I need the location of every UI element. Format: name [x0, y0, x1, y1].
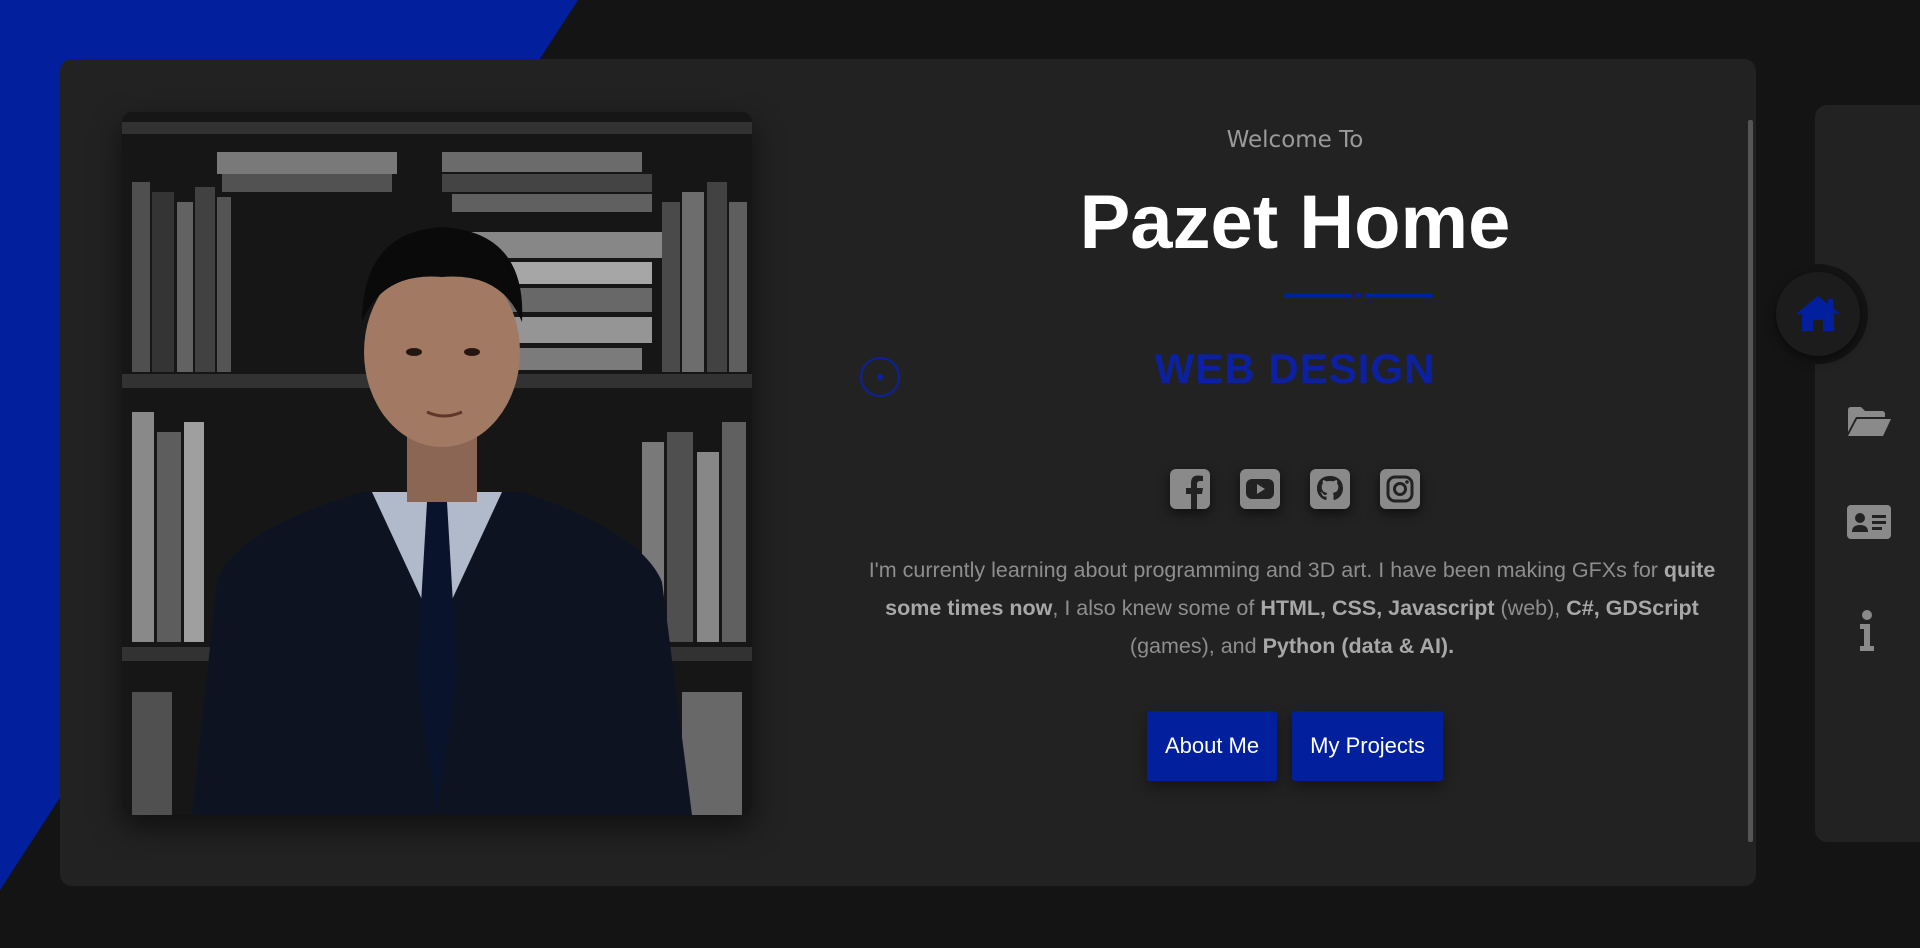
- my-projects-button[interactable]: My Projects: [1292, 711, 1444, 781]
- main-card: Welcome To Pazet Home WEB DESIGN I'm cur…: [60, 59, 1756, 886]
- profile-photo-illustration: [122, 112, 752, 815]
- instagram-icon[interactable]: [1380, 469, 1420, 509]
- title-divider: [1283, 293, 1433, 298]
- side-nav: [1815, 105, 1920, 842]
- facebook-icon[interactable]: [1170, 469, 1210, 509]
- welcome-text: Welcome To: [1226, 127, 1364, 153]
- github-icon[interactable]: [1310, 469, 1350, 509]
- info-icon[interactable]: [1857, 610, 1877, 652]
- id-card-icon[interactable]: [1847, 505, 1891, 539]
- social-links: [780, 469, 1810, 509]
- youtube-icon[interactable]: [1240, 469, 1280, 509]
- bio-description: I'm currently learning about programming…: [852, 551, 1732, 665]
- role-subtitle: WEB DESIGN: [1154, 345, 1436, 392]
- bio-text: (web),: [1494, 596, 1567, 620]
- about-me-button[interactable]: About Me: [1146, 711, 1278, 781]
- profile-photo: [122, 112, 752, 815]
- bio-text: I'm currently learning about programming…: [868, 558, 1664, 582]
- page-title: Pazet Home: [1079, 180, 1511, 265]
- cursor-indicator: [860, 357, 900, 397]
- scrollbar[interactable]: [1748, 120, 1753, 842]
- bio-highlight: C#, GDScript: [1566, 596, 1699, 620]
- cta-buttons: About Me My Projects: [780, 711, 1810, 781]
- home-icon[interactable]: [1794, 293, 1842, 333]
- folder-open-icon[interactable]: [1846, 404, 1892, 438]
- hero-content: Welcome To Pazet Home WEB DESIGN I'm cur…: [780, 59, 1810, 886]
- bio-highlight: Python (data & AI).: [1262, 634, 1455, 658]
- bio-highlight: HTML, CSS, Javascript: [1260, 596, 1495, 620]
- bio-text: (games), and: [1129, 634, 1263, 658]
- bio-text: , I also knew some of: [1052, 596, 1261, 620]
